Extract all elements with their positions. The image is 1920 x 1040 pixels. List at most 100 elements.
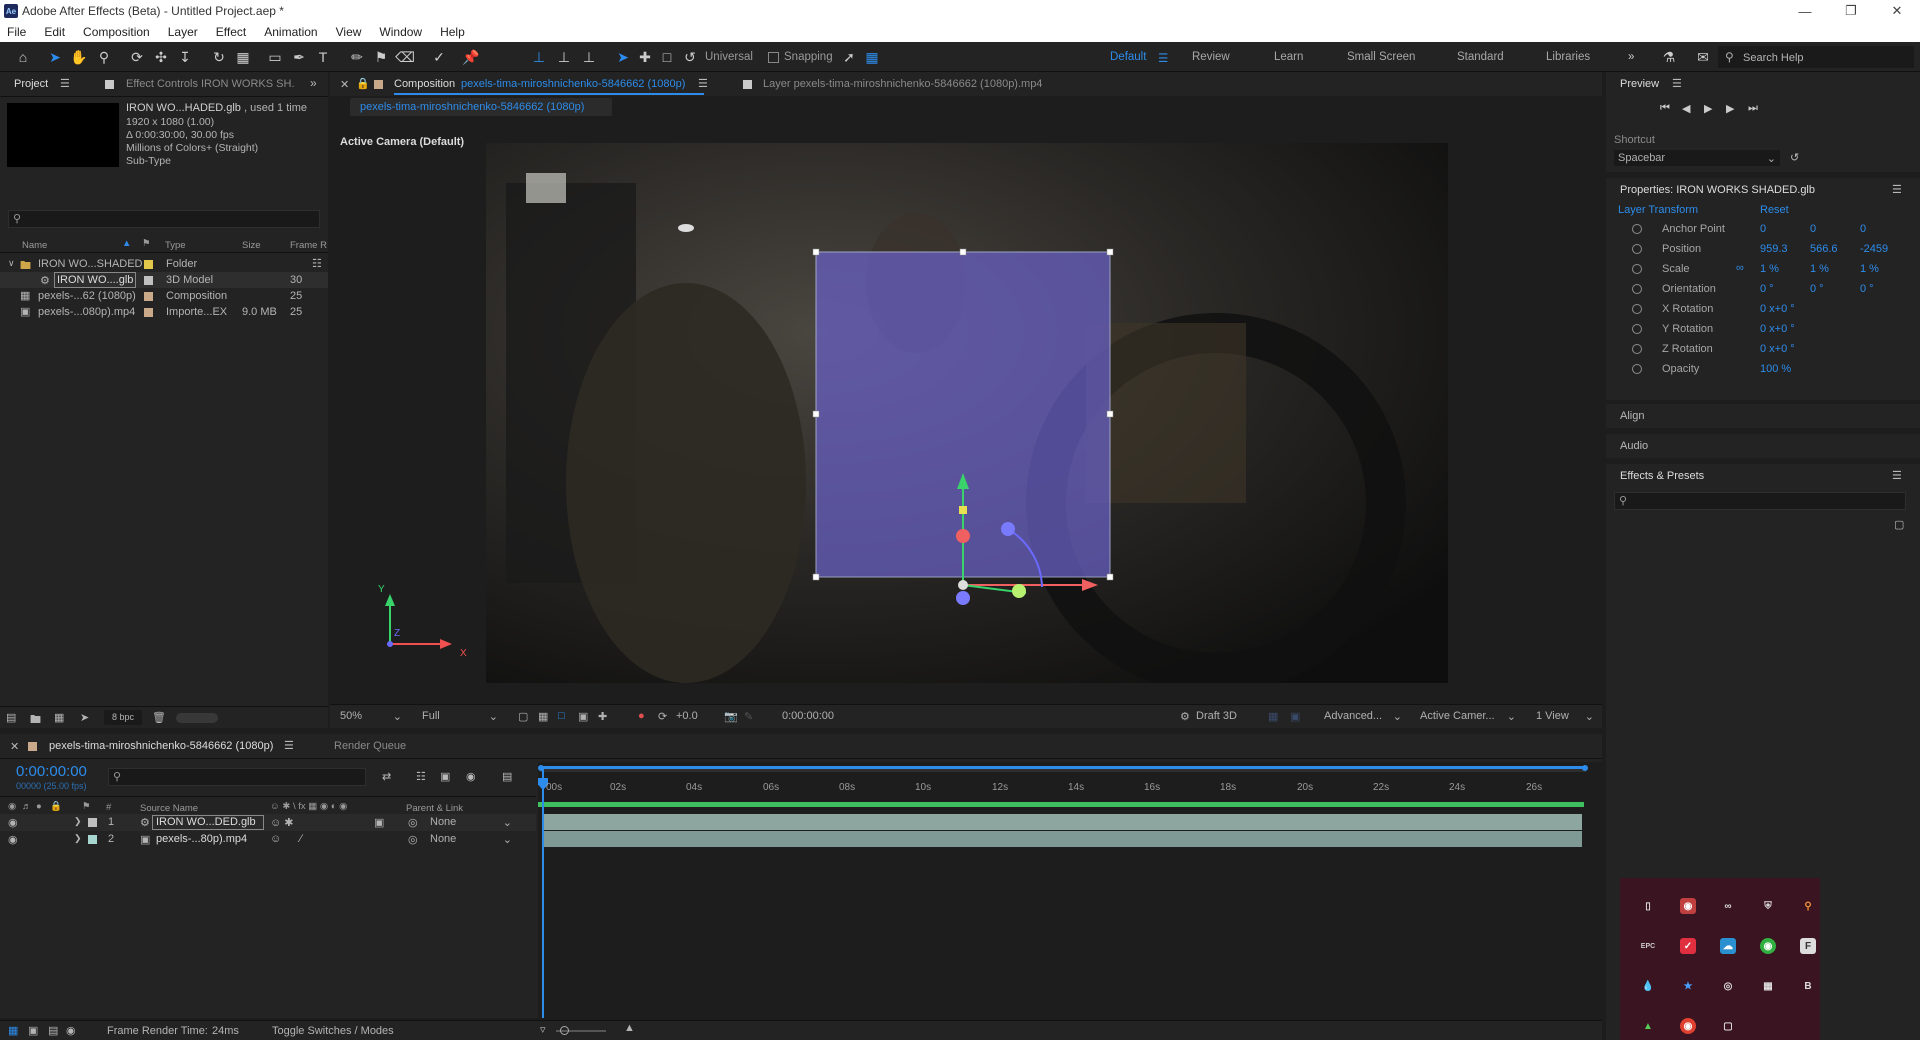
x-rotation-value[interactable]: 0 x+0 ° (1760, 303, 1795, 315)
zoom-tool-icon[interactable]: ⚲ (95, 48, 113, 66)
workspace-standard[interactable]: Standard (1457, 51, 1504, 63)
grid-tray-icon[interactable]: ▦ (1760, 978, 1776, 994)
scale-y[interactable]: 1 % (1810, 263, 1829, 275)
workspace-learn[interactable]: Learn (1274, 51, 1303, 63)
selection-tool-icon[interactable]: ➤ (46, 48, 64, 66)
snapshot-icon[interactable]: 📷 (724, 710, 738, 723)
bbox-handle[interactable] (1106, 410, 1114, 418)
list-item[interactable]: ⚙ IRON WO....glb 3D Model 30 (0, 272, 328, 288)
bbox-handle[interactable] (812, 410, 820, 418)
active-camera-dropdown[interactable]: Active Camer... ⌄ (1420, 710, 1516, 723)
item-label-swatch[interactable] (144, 292, 153, 301)
menu-layer[interactable]: Layer (168, 25, 198, 39)
local-axis-mode-icon[interactable]: ⊥ (530, 48, 548, 66)
menu-view[interactable]: View (336, 25, 362, 39)
world-axis-mode-icon[interactable]: ⊥ (555, 48, 573, 66)
comp-tab-menu-icon[interactable]: ☰ (698, 77, 708, 90)
layer-2-bar[interactable] (542, 831, 1582, 847)
dolly-tool-icon[interactable]: ↧ (176, 48, 194, 66)
thumbnail-slider[interactable] (176, 713, 218, 723)
next-frame-icon[interactable]: ▶ (1726, 102, 1734, 115)
layer-1-bar[interactable] (542, 814, 1582, 830)
list-item[interactable]: ▣ pexels-...080p).mp4 Importe...EX 9.0 M… (0, 304, 328, 320)
guides-icon[interactable]: ▣ (578, 710, 588, 723)
target-icon[interactable]: ◎ (1720, 978, 1736, 994)
quality-switch-icon[interactable]: ∕ (300, 833, 302, 845)
list-item[interactable]: ▦ pexels-...62 (1080p) Composition 25 (0, 288, 328, 304)
bbox-handle[interactable] (812, 573, 820, 581)
draft-3d-icon[interactable]: ☷ (416, 770, 426, 783)
menu-composition[interactable]: Composition (83, 25, 150, 39)
mask-visibility-icon[interactable]: □ (558, 710, 565, 722)
table-row[interactable]: ◉ ❯ 1 ⚙ IRON WO...DED.glb ☺ ✱ ▣ ◎ None ⌄ (0, 814, 536, 831)
graph-editor-icon[interactable]: ▤ (502, 770, 512, 783)
layer-switches[interactable]: ☺ (270, 833, 281, 845)
hand-tool-icon[interactable]: ✋ (70, 48, 88, 66)
menu-edit[interactable]: Edit (44, 25, 65, 39)
comp-mini-flowchart-icon[interactable]: ⇄ (382, 770, 391, 783)
nvidia-icon[interactable]: ▲ (1640, 1018, 1656, 1034)
3d-ground-plane-icon[interactable]: ▦ (1268, 710, 1278, 723)
effects-menu-icon[interactable]: ☰ (1892, 469, 1902, 482)
snap-grid-icon[interactable]: ▦ (863, 48, 881, 66)
show-snapshot-icon[interactable]: ✎ (744, 710, 753, 723)
layer-switches-pane-icon[interactable]: ▦ (8, 1024, 18, 1037)
close-button[interactable]: ✕ (1874, 0, 1920, 22)
tb-app-icon[interactable]: B (1800, 978, 1816, 994)
bbox-handle[interactable] (1106, 573, 1114, 581)
stopwatch-icon[interactable] (1632, 224, 1642, 234)
pen-tool-icon[interactable]: ✒ (290, 48, 308, 66)
view-axis-mode-icon[interactable]: ⊥ (580, 48, 598, 66)
zoom-out-icon[interactable]: ▿ (540, 1023, 546, 1036)
advanced-dropdown[interactable]: Advanced... ⌄ (1324, 710, 1402, 723)
shield-icon[interactable]: ⛨ (1760, 898, 1776, 914)
item-label-swatch[interactable] (144, 260, 153, 269)
drop-icon[interactable]: 💧 (1640, 978, 1656, 994)
workspace-small-screen[interactable]: Small Screen (1347, 51, 1415, 63)
3d-rotate-tool-icon[interactable]: ↺ (681, 48, 699, 66)
home-icon[interactable]: ⌂ (14, 48, 32, 66)
visibility-eye-icon[interactable]: ◉ (8, 833, 18, 846)
stopwatch-icon[interactable] (1632, 264, 1642, 274)
parent-dropdown[interactable]: None ⌄ (430, 833, 512, 846)
workspace-libraries[interactable]: Libraries (1546, 51, 1590, 63)
bbox-handle[interactable] (959, 248, 967, 256)
audio-panel[interactable]: Audio (1606, 434, 1920, 458)
panel-overflow-icon[interactable]: » (310, 76, 317, 90)
menu-animation[interactable]: Animation (264, 25, 317, 39)
time-graph[interactable] (538, 762, 1602, 1018)
security-icon[interactable]: ✓ (1680, 938, 1696, 954)
workspace-review[interactable]: Review (1192, 51, 1230, 63)
zoom-in-icon[interactable]: ▲ (624, 1022, 635, 1034)
epic-games-icon[interactable]: EPC (1640, 938, 1656, 954)
workspace-default[interactable]: Default (1110, 51, 1146, 63)
align-panel[interactable]: Align (1606, 404, 1920, 428)
bit-depth-button[interactable]: 8 bpc (104, 710, 142, 725)
snap-options-icon[interactable]: ➚ (840, 48, 858, 66)
first-frame-icon[interactable]: ⏮ (1660, 102, 1670, 115)
minimize-button[interactable]: — (1782, 0, 1828, 22)
anchor-z[interactable]: 0 (1860, 223, 1866, 235)
pick-whip-icon[interactable]: ◎ (408, 833, 418, 846)
workspace-menu-icon[interactable]: ☰ (1158, 51, 1168, 65)
orientation-x[interactable]: 0 ° (1760, 283, 1774, 295)
puppet-pin-tool-icon[interactable]: 📌 (462, 48, 480, 66)
search-help-field[interactable]: ⚲ Search Help (1718, 46, 1914, 68)
new-bin-icon[interactable]: ▢ (1894, 518, 1904, 531)
note-app-icon[interactable]: F (1800, 938, 1816, 954)
stopwatch-icon[interactable] (1632, 344, 1642, 354)
learn-panel-icon[interactable]: ⚗ (1660, 48, 1678, 66)
green-app-icon[interactable]: ◉ (1760, 938, 1776, 954)
lock-icon[interactable]: 🔒 (356, 77, 370, 90)
maximize-button[interactable]: ❐ (1828, 0, 1874, 22)
list-item[interactable]: ∨ 🖿 IRON WO...SHADED Folder ☷ (0, 256, 328, 272)
table-row[interactable]: ◉ ❯ 2 ▣ pexels-...80p).mp4 ☺ ∕ ◎ None ⌄ (0, 831, 536, 848)
comp-tab-name[interactable]: pexels-tima-miroshnichenko-5846662 (1080… (461, 78, 685, 90)
rotate-tool-icon[interactable]: ↻ (210, 48, 228, 66)
rectangle-tool-icon[interactable]: ▭ (266, 48, 284, 66)
trash-icon[interactable]: 🗑 (152, 711, 166, 724)
layer-label-swatch[interactable] (88, 835, 97, 844)
menu-effect[interactable]: Effect (216, 25, 246, 39)
expand-layer-icon[interactable]: ❯ (74, 816, 82, 827)
layer-name[interactable]: IRON WO...DED.glb (156, 816, 256, 828)
